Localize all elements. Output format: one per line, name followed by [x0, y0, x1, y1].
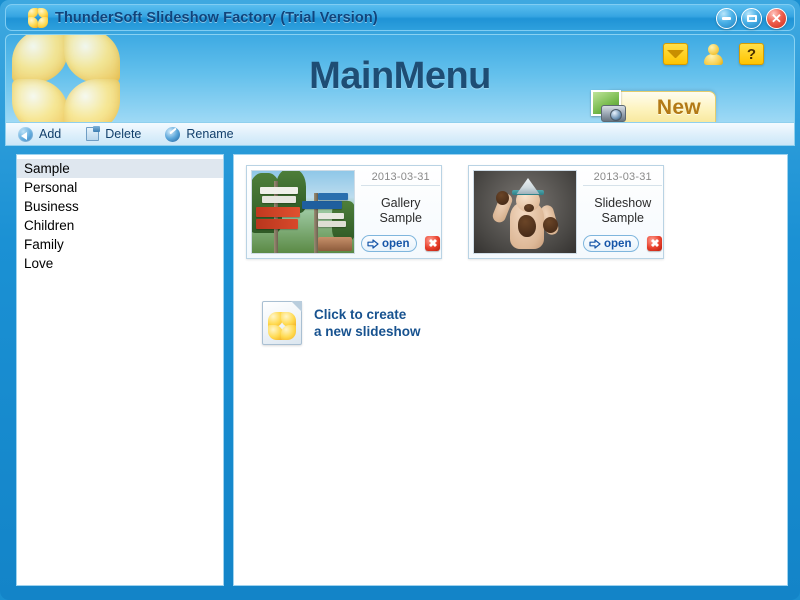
- window-controls: ✕: [716, 8, 787, 29]
- new-button-label: New: [657, 96, 701, 120]
- window-title: ThunderSoft Slideshow Factory (Trial Ver…: [55, 10, 378, 26]
- project-thumbnail[interactable]: [473, 170, 577, 254]
- title-bar: ThunderSoft Slideshow Factory (Trial Ver…: [5, 4, 795, 31]
- sidebar-item-personal[interactable]: Personal: [17, 178, 223, 197]
- mail-icon[interactable]: [663, 43, 688, 65]
- delete-button-label: Delete: [105, 127, 141, 141]
- app-flower-icon: [28, 8, 48, 28]
- project-thumbnail[interactable]: [251, 170, 355, 254]
- open-button-label: open: [382, 238, 409, 250]
- project-card[interactable]: 2013-03-31 Slideshow Sample: [468, 165, 664, 259]
- baby-photo: [474, 171, 576, 253]
- arrow-right-icon: [589, 239, 601, 249]
- project-list-panel: 2013-03-31 Gallery Sample: [233, 154, 788, 586]
- project-actions: open ✖: [361, 235, 440, 254]
- create-label-line2: a new slideshow: [314, 324, 421, 339]
- rename-button-label: Rename: [186, 127, 233, 141]
- delete-page-icon: [86, 127, 99, 141]
- arrow-right-icon: [367, 239, 379, 249]
- open-button-label: open: [604, 238, 631, 250]
- sidebar-item-sample[interactable]: Sample: [17, 159, 223, 178]
- add-button[interactable]: Add: [18, 127, 61, 142]
- user-icon[interactable]: [701, 43, 726, 65]
- project-title: Slideshow Sample: [583, 186, 662, 235]
- project-actions: open ✖: [583, 235, 662, 254]
- delete-project-button[interactable]: ✖: [647, 236, 662, 251]
- new-document-flower-icon: [262, 301, 302, 345]
- sidebar-item-children[interactable]: Children: [17, 216, 223, 235]
- rename-pencil-icon: [165, 127, 180, 142]
- create-slideshow-link[interactable]: Click to create a new slideshow: [262, 301, 775, 345]
- maximize-button[interactable]: [741, 8, 762, 29]
- close-icon: ✖: [650, 237, 659, 250]
- project-date: 2013-03-31: [361, 170, 440, 186]
- camera-photo-icon: [591, 90, 629, 122]
- create-slideshow-label: Click to create a new slideshow: [314, 306, 421, 340]
- sidebar-item-family[interactable]: Family: [17, 235, 223, 254]
- delete-project-button[interactable]: ✖: [425, 236, 440, 251]
- project-title-line1: Gallery: [381, 196, 421, 210]
- category-sidebar: Sample Personal Business Children Family…: [16, 154, 224, 586]
- body-area: Sample Personal Business Children Family…: [5, 146, 795, 594]
- delete-button[interactable]: Delete: [85, 127, 141, 141]
- close-button[interactable]: ✕: [766, 8, 787, 29]
- signpost-photo: [252, 171, 354, 253]
- sidebar-item-business[interactable]: Business: [17, 197, 223, 216]
- project-title-line1: Slideshow: [594, 196, 651, 210]
- sidebar-item-love[interactable]: Love: [17, 254, 223, 273]
- project-title-line2: Sample: [602, 211, 644, 225]
- minimize-button[interactable]: [716, 8, 737, 29]
- open-button[interactable]: open: [361, 235, 417, 252]
- project-date: 2013-03-31: [583, 170, 662, 186]
- project-card[interactable]: 2013-03-31 Gallery Sample: [246, 165, 442, 259]
- app-window: ThunderSoft Slideshow Factory (Trial Ver…: [0, 0, 800, 600]
- close-icon: ✖: [428, 237, 437, 250]
- project-card-row: 2013-03-31 Gallery Sample: [246, 165, 775, 259]
- banner-icon-group: ?: [663, 43, 764, 65]
- banner: MainMenu ? New: [5, 34, 795, 122]
- add-button-label: Add: [39, 127, 61, 141]
- help-icon[interactable]: ?: [739, 43, 764, 65]
- toolbar: Add Delete Rename: [5, 122, 795, 146]
- project-card-details: 2013-03-31 Gallery Sample: [355, 170, 440, 254]
- project-title-line2: Sample: [380, 211, 422, 225]
- new-slideshow-button[interactable]: New: [606, 91, 716, 122]
- rename-button[interactable]: Rename: [165, 127, 233, 142]
- open-button[interactable]: open: [583, 235, 639, 252]
- create-label-line1: Click to create: [314, 307, 406, 322]
- add-arrow-icon: [18, 127, 33, 142]
- project-title: Gallery Sample: [361, 186, 440, 235]
- project-card-details: 2013-03-31 Slideshow Sample: [577, 170, 662, 254]
- help-icon-label: ?: [747, 47, 756, 62]
